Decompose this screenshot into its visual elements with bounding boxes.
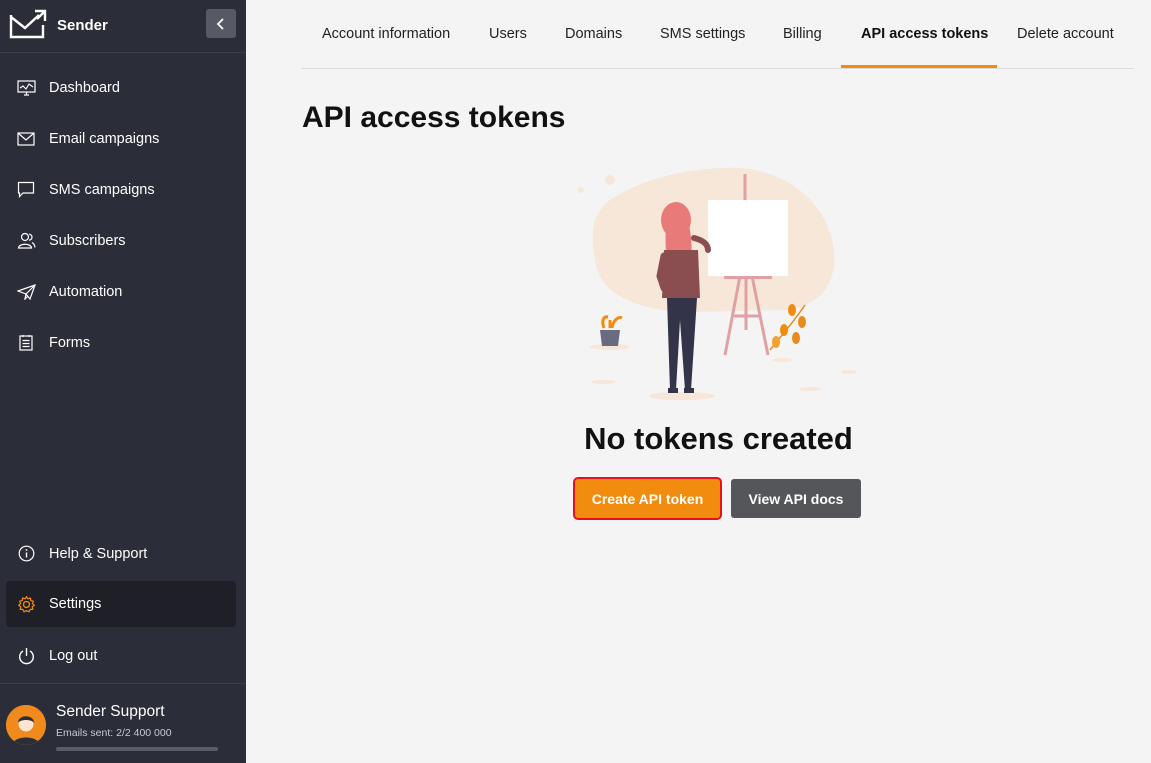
brand: Sender (0, 0, 246, 53)
tab-billing[interactable]: Billing (783, 0, 822, 68)
nav-item-forms[interactable]: Forms (0, 317, 246, 368)
chat-bubble-icon (16, 180, 36, 200)
nav-label: Log out (49, 647, 98, 664)
paper-plane-icon (16, 282, 36, 302)
nav-label: Subscribers (49, 232, 126, 249)
power-icon (16, 646, 36, 666)
view-api-docs-button[interactable]: View API docs (731, 479, 861, 518)
active-tab-indicator (841, 65, 997, 68)
gear-icon (16, 594, 36, 614)
nav-item-dashboard[interactable]: Dashboard (0, 62, 246, 113)
envelope-icon (16, 129, 36, 149)
primary-nav: Dashboard Email campaigns SMS campaigns … (0, 62, 246, 368)
collapse-sidebar-button[interactable] (206, 9, 236, 38)
nav-label: Settings (49, 596, 102, 612)
dashboard-icon (16, 78, 36, 98)
info-icon (16, 544, 36, 564)
emails-usage-bar (56, 747, 218, 751)
nav-label: Email campaigns (49, 130, 160, 147)
nav-item-log-out[interactable]: Log out (0, 630, 246, 681)
nav-item-automation[interactable]: Automation (0, 266, 246, 317)
nav-label: Help & Support (49, 545, 148, 562)
tab-delete-account[interactable]: Delete account (1017, 0, 1114, 68)
nav-label: Automation (49, 283, 123, 300)
nav-item-settings[interactable]: Settings (6, 581, 236, 627)
page-title: API access tokens (302, 101, 566, 134)
nav-label: Forms (49, 334, 91, 351)
tab-sms-settings[interactable]: SMS settings (660, 0, 745, 68)
user-profile[interactable]: Sender Support Emails sent: 2/2 400 000 (0, 683, 246, 763)
brand-name: Sender (57, 17, 108, 34)
tab-domains[interactable]: Domains (565, 0, 622, 68)
sidebar: Sender Dashboard Email campaigns SMS cam… (0, 0, 246, 763)
avatar (6, 705, 46, 745)
user-name: Sender Support (56, 703, 165, 720)
nav-label: SMS campaigns (49, 181, 155, 198)
emails-sent-counter: Emails sent: 2/2 400 000 (56, 727, 172, 739)
empty-state-title: No tokens created (584, 421, 853, 456)
nav-item-help-support[interactable]: Help & Support (0, 528, 246, 579)
users-icon (16, 231, 36, 251)
form-icon (16, 333, 36, 353)
user-avatar-icon (6, 705, 46, 745)
secondary-nav: Help & Support Settings Log out (0, 528, 246, 681)
nav-item-email-campaigns[interactable]: Email campaigns (0, 113, 246, 164)
empty-state-illustration (578, 167, 857, 400)
tab-users[interactable]: Users (489, 0, 527, 68)
nav-label: Dashboard (49, 79, 120, 96)
nav-item-subscribers[interactable]: Subscribers (0, 215, 246, 266)
sender-logo-icon (9, 9, 47, 39)
create-api-token-button[interactable]: Create API token (575, 479, 720, 518)
nav-item-sms-campaigns[interactable]: SMS campaigns (0, 164, 246, 215)
chevron-left-icon (216, 17, 224, 30)
tab-account-information[interactable]: Account information (322, 0, 450, 68)
tab-api-access-tokens[interactable]: API access tokens (861, 0, 988, 68)
